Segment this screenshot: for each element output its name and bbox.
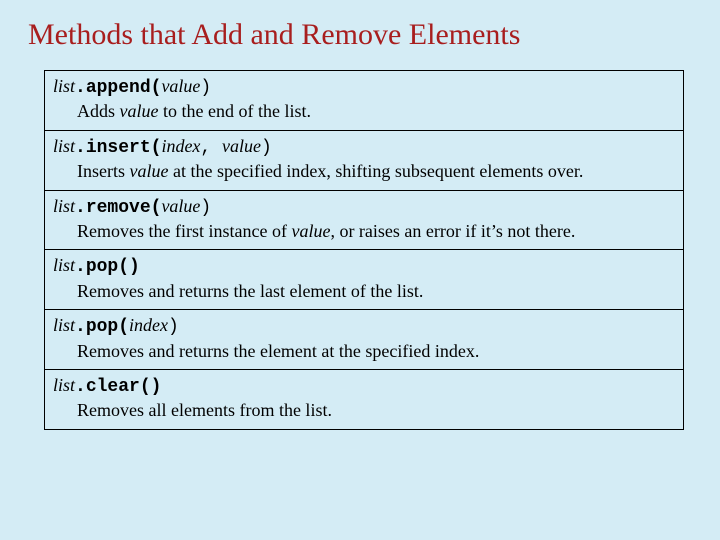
desc-text: Removes all elements from the list. — [77, 400, 332, 420]
desc-italic: value — [120, 101, 159, 121]
obj-name: list — [53, 255, 75, 275]
page-title: Methods that Add and Remove Elements — [28, 18, 692, 52]
method-description: Inserts value at the specified index, sh… — [53, 160, 675, 183]
method-description: Removes the first instance of value, or … — [53, 220, 675, 243]
table-row: list.pop(index) Removes and returns the … — [45, 310, 684, 370]
method-param: value — [161, 196, 200, 216]
paren-close: ) — [168, 317, 179, 337]
table-row: list.pop() Removes and returns the last … — [45, 250, 684, 310]
obj-name: list — [53, 375, 75, 395]
method-description: Removes and returns the element at the s… — [53, 340, 675, 363]
method-param: value — [222, 136, 261, 156]
comma: , — [200, 138, 222, 158]
desc-text: to the end of the list. — [159, 101, 311, 121]
slide: Methods that Add and Remove Elements lis… — [0, 0, 720, 458]
desc-text: Removes and returns the element at the s… — [77, 341, 479, 361]
obj-name: list — [53, 196, 75, 216]
desc-italic: value — [130, 161, 169, 181]
method-description: Adds value to the end of the list. — [53, 100, 675, 123]
method-description: Removes all elements from the list. — [53, 399, 675, 422]
table-row: list.append(value) Adds value to the end… — [45, 71, 684, 131]
method-name: .insert( — [75, 138, 161, 158]
paren-close: ) — [200, 198, 211, 218]
method-signature: list.clear() — [53, 374, 675, 399]
method-name: .remove( — [75, 198, 161, 218]
obj-name: list — [53, 136, 75, 156]
method-signature: list.insert(index, value) — [53, 135, 675, 160]
desc-text: Inserts — [77, 161, 130, 181]
paren-close: ) — [200, 78, 211, 98]
method-cell: list.insert(index, value) Inserts value … — [45, 130, 684, 190]
method-name: .append( — [75, 78, 161, 98]
method-cell: list.pop() Removes and returns the last … — [45, 250, 684, 310]
desc-text: Adds — [77, 101, 120, 121]
method-param: index — [161, 136, 200, 156]
method-name: .clear() — [75, 377, 161, 397]
paren-close: ) — [261, 138, 272, 158]
method-cell: list.clear() Removes all elements from t… — [45, 369, 684, 429]
method-signature: list.pop() — [53, 254, 675, 279]
obj-name: list — [53, 315, 75, 335]
table-row: list.clear() Removes all elements from t… — [45, 369, 684, 429]
method-signature: list.append(value) — [53, 75, 675, 100]
method-cell: list.remove(value) Removes the first ins… — [45, 190, 684, 250]
desc-italic: value — [291, 221, 330, 241]
method-param: index — [129, 315, 168, 335]
method-name: .pop() — [75, 257, 140, 277]
method-description: Removes and returns the last element of … — [53, 280, 675, 303]
method-cell: list.pop(index) Removes and returns the … — [45, 310, 684, 370]
desc-text: , or raises an error if it’s not there. — [330, 221, 575, 241]
method-signature: list.remove(value) — [53, 195, 675, 220]
table-row: list.remove(value) Removes the first ins… — [45, 190, 684, 250]
obj-name: list — [53, 76, 75, 96]
method-cell: list.append(value) Adds value to the end… — [45, 71, 684, 131]
desc-text: Removes and returns the last element of … — [77, 281, 423, 301]
desc-text: Removes the first instance of — [77, 221, 291, 241]
method-param: value — [161, 76, 200, 96]
methods-table: list.append(value) Adds value to the end… — [44, 70, 684, 430]
method-signature: list.pop(index) — [53, 314, 675, 339]
method-name: .pop( — [75, 317, 129, 337]
desc-text: at the specified index, shifting subsequ… — [168, 161, 583, 181]
table-row: list.insert(index, value) Inserts value … — [45, 130, 684, 190]
